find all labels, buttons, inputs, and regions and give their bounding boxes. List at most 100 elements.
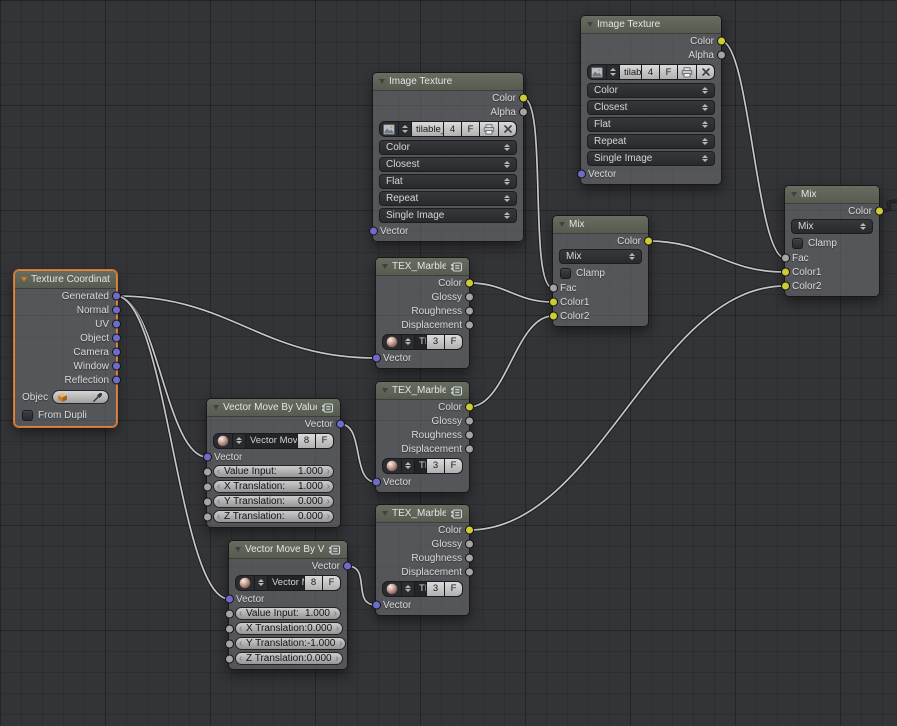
fake-user-button[interactable]: F: [444, 335, 462, 349]
node-editor-canvas[interactable]: Texture CoordinateGeneratedNormalUVObjec…: [0, 0, 897, 726]
object-field[interactable]: [52, 390, 109, 404]
slider-value_input[interactable]: Value Input:1.000: [213, 465, 334, 478]
checkbox[interactable]: [792, 238, 803, 249]
slider-z_translation[interactable]: Z Translation:0.000: [213, 510, 334, 523]
collapse-triangle-icon[interactable]: [213, 405, 219, 410]
socket-roughness-output[interactable]: [465, 307, 474, 316]
users-count-button[interactable]: 4: [443, 122, 461, 136]
datablock-preview[interactable]: [236, 576, 254, 590]
datablock-selector[interactable]: TEX_M3F: [382, 334, 463, 350]
collapse-triangle-icon[interactable]: [235, 547, 241, 552]
collapse-triangle-icon[interactable]: [379, 79, 385, 84]
socket-vector_out-output[interactable]: [336, 420, 345, 429]
socket-vector_out-output[interactable]: [343, 562, 352, 571]
datablock-name[interactable]: TEX_M: [414, 459, 426, 473]
dropdown-interpolation[interactable]: Closest: [587, 100, 715, 115]
socket-vector-input[interactable]: [372, 478, 381, 487]
datablock-name[interactable]: tilable_b: [619, 65, 641, 79]
stepper-arrows-icon[interactable]: [702, 155, 708, 163]
datablock-browse[interactable]: [401, 335, 414, 349]
socket-roughness-output[interactable]: [465, 431, 474, 440]
dropdown-projection[interactable]: Flat: [587, 117, 715, 132]
node-header[interactable]: Image Texture: [581, 16, 721, 34]
socket-z_translation-input[interactable]: [225, 654, 234, 663]
socket-object-output[interactable]: [112, 334, 121, 343]
node-vector_move_1[interactable]: Vector Move By ValueVectorVector Move By…: [206, 398, 341, 528]
slider-z_translation[interactable]: Z Translation:0.000: [235, 652, 343, 665]
socket-x_translation-input[interactable]: [203, 482, 212, 491]
stepper-arrows-icon[interactable]: [405, 585, 411, 593]
socket-reflection-output[interactable]: [112, 376, 121, 385]
socket-camera-output[interactable]: [112, 348, 121, 357]
datablock-browse[interactable]: [401, 459, 414, 473]
pack-button[interactable]: [479, 122, 498, 136]
stepper-arrows-icon[interactable]: [258, 579, 264, 587]
socket-fac-input[interactable]: [549, 284, 558, 293]
socket-glossy-output[interactable]: [465, 540, 474, 549]
stepper-arrows-icon[interactable]: [702, 138, 708, 146]
socket-roughness-output[interactable]: [465, 554, 474, 563]
slider-x_translation[interactable]: X Translation:0.000: [235, 622, 343, 635]
stepper-arrows-icon[interactable]: [629, 253, 635, 261]
checkbox[interactable]: [560, 268, 571, 279]
datablock-browse[interactable]: [398, 122, 411, 136]
users-count-button[interactable]: 3: [426, 582, 444, 596]
node-header[interactable]: TEX_Marble: [376, 382, 469, 400]
stepper-arrows-icon[interactable]: [702, 87, 708, 95]
fake-user-button[interactable]: F: [461, 122, 479, 136]
socket-z_translation-input[interactable]: [203, 512, 212, 521]
node-mix_1[interactable]: MixColorMixClampFacColor1Color2: [552, 215, 649, 327]
slider-y_translation[interactable]: Y Translation:0.000: [213, 495, 334, 508]
datablock-name[interactable]: TEX_M: [414, 335, 426, 349]
socket-color2-input[interactable]: [781, 282, 790, 291]
node-vector_move_2[interactable]: Vector Move By ValueVectorVector Mov...8…: [228, 540, 348, 670]
socket-displacement-output[interactable]: [465, 321, 474, 330]
stepper-arrows-icon[interactable]: [702, 104, 708, 112]
socket-color-output[interactable]: [644, 237, 653, 246]
dropdown-color_space[interactable]: Color: [587, 83, 715, 98]
node-tex_marble_1[interactable]: TEX_MarbleColorGlossyRoughnessDisplaceme…: [375, 257, 470, 369]
socket-displacement-output[interactable]: [465, 445, 474, 454]
datablock-preview[interactable]: [383, 335, 401, 349]
dropdown-projection[interactable]: Flat: [379, 174, 517, 189]
datablock-selector[interactable]: Vector Move By...8F: [213, 433, 334, 449]
node-mix_2[interactable]: MixColorMixClampFacColor1Color2: [784, 185, 880, 297]
fake-user-button[interactable]: F: [659, 65, 677, 79]
datablock-browse[interactable]: [401, 582, 414, 596]
socket-color-output[interactable]: [465, 403, 474, 412]
unlink-button[interactable]: [498, 122, 516, 136]
socket-color-output[interactable]: [465, 279, 474, 288]
fake-user-button[interactable]: F: [322, 576, 340, 590]
node-header[interactable]: TEX_Marble: [376, 505, 469, 523]
collapse-triangle-icon[interactable]: [587, 22, 593, 27]
stepper-arrows-icon[interactable]: [405, 462, 411, 470]
collapse-triangle-icon[interactable]: [21, 277, 27, 282]
node-texture_coordinate[interactable]: Texture CoordinateGeneratedNormalUVObjec…: [14, 270, 117, 427]
datablock-selector[interactable]: tilable_b4F: [587, 64, 715, 80]
stepper-arrows-icon[interactable]: [610, 68, 616, 76]
datablock-browse[interactable]: [254, 576, 267, 590]
collapse-triangle-icon[interactable]: [559, 222, 565, 227]
stepper-arrows-icon[interactable]: [504, 161, 510, 169]
stepper-arrows-icon[interactable]: [504, 212, 510, 220]
socket-vector-input[interactable]: [369, 227, 378, 236]
socket-vector_in-input[interactable]: [203, 453, 212, 462]
fake-user-button[interactable]: F: [444, 459, 462, 473]
datablock-preview[interactable]: [383, 582, 401, 596]
stepper-arrows-icon[interactable]: [236, 437, 242, 445]
socket-vector-input[interactable]: [577, 170, 586, 179]
fake-user-button[interactable]: F: [315, 434, 333, 448]
unlink-button[interactable]: [696, 65, 714, 79]
datablock-name[interactable]: tilable_a: [411, 122, 443, 136]
datablock-browse[interactable]: [606, 65, 619, 79]
users-count-button[interactable]: 3: [426, 459, 444, 473]
datablock-selector[interactable]: tilable_a4F: [379, 121, 517, 137]
dropdown-color_space[interactable]: Color: [379, 140, 517, 155]
datablock-browse[interactable]: [232, 434, 245, 448]
socket-glossy-output[interactable]: [465, 293, 474, 302]
socket-vector-input[interactable]: [372, 601, 381, 610]
stepper-arrows-icon[interactable]: [402, 125, 408, 133]
node-header[interactable]: TEX_Marble: [376, 258, 469, 276]
socket-color1-input[interactable]: [781, 268, 790, 277]
socket-color-output[interactable]: [875, 207, 884, 216]
